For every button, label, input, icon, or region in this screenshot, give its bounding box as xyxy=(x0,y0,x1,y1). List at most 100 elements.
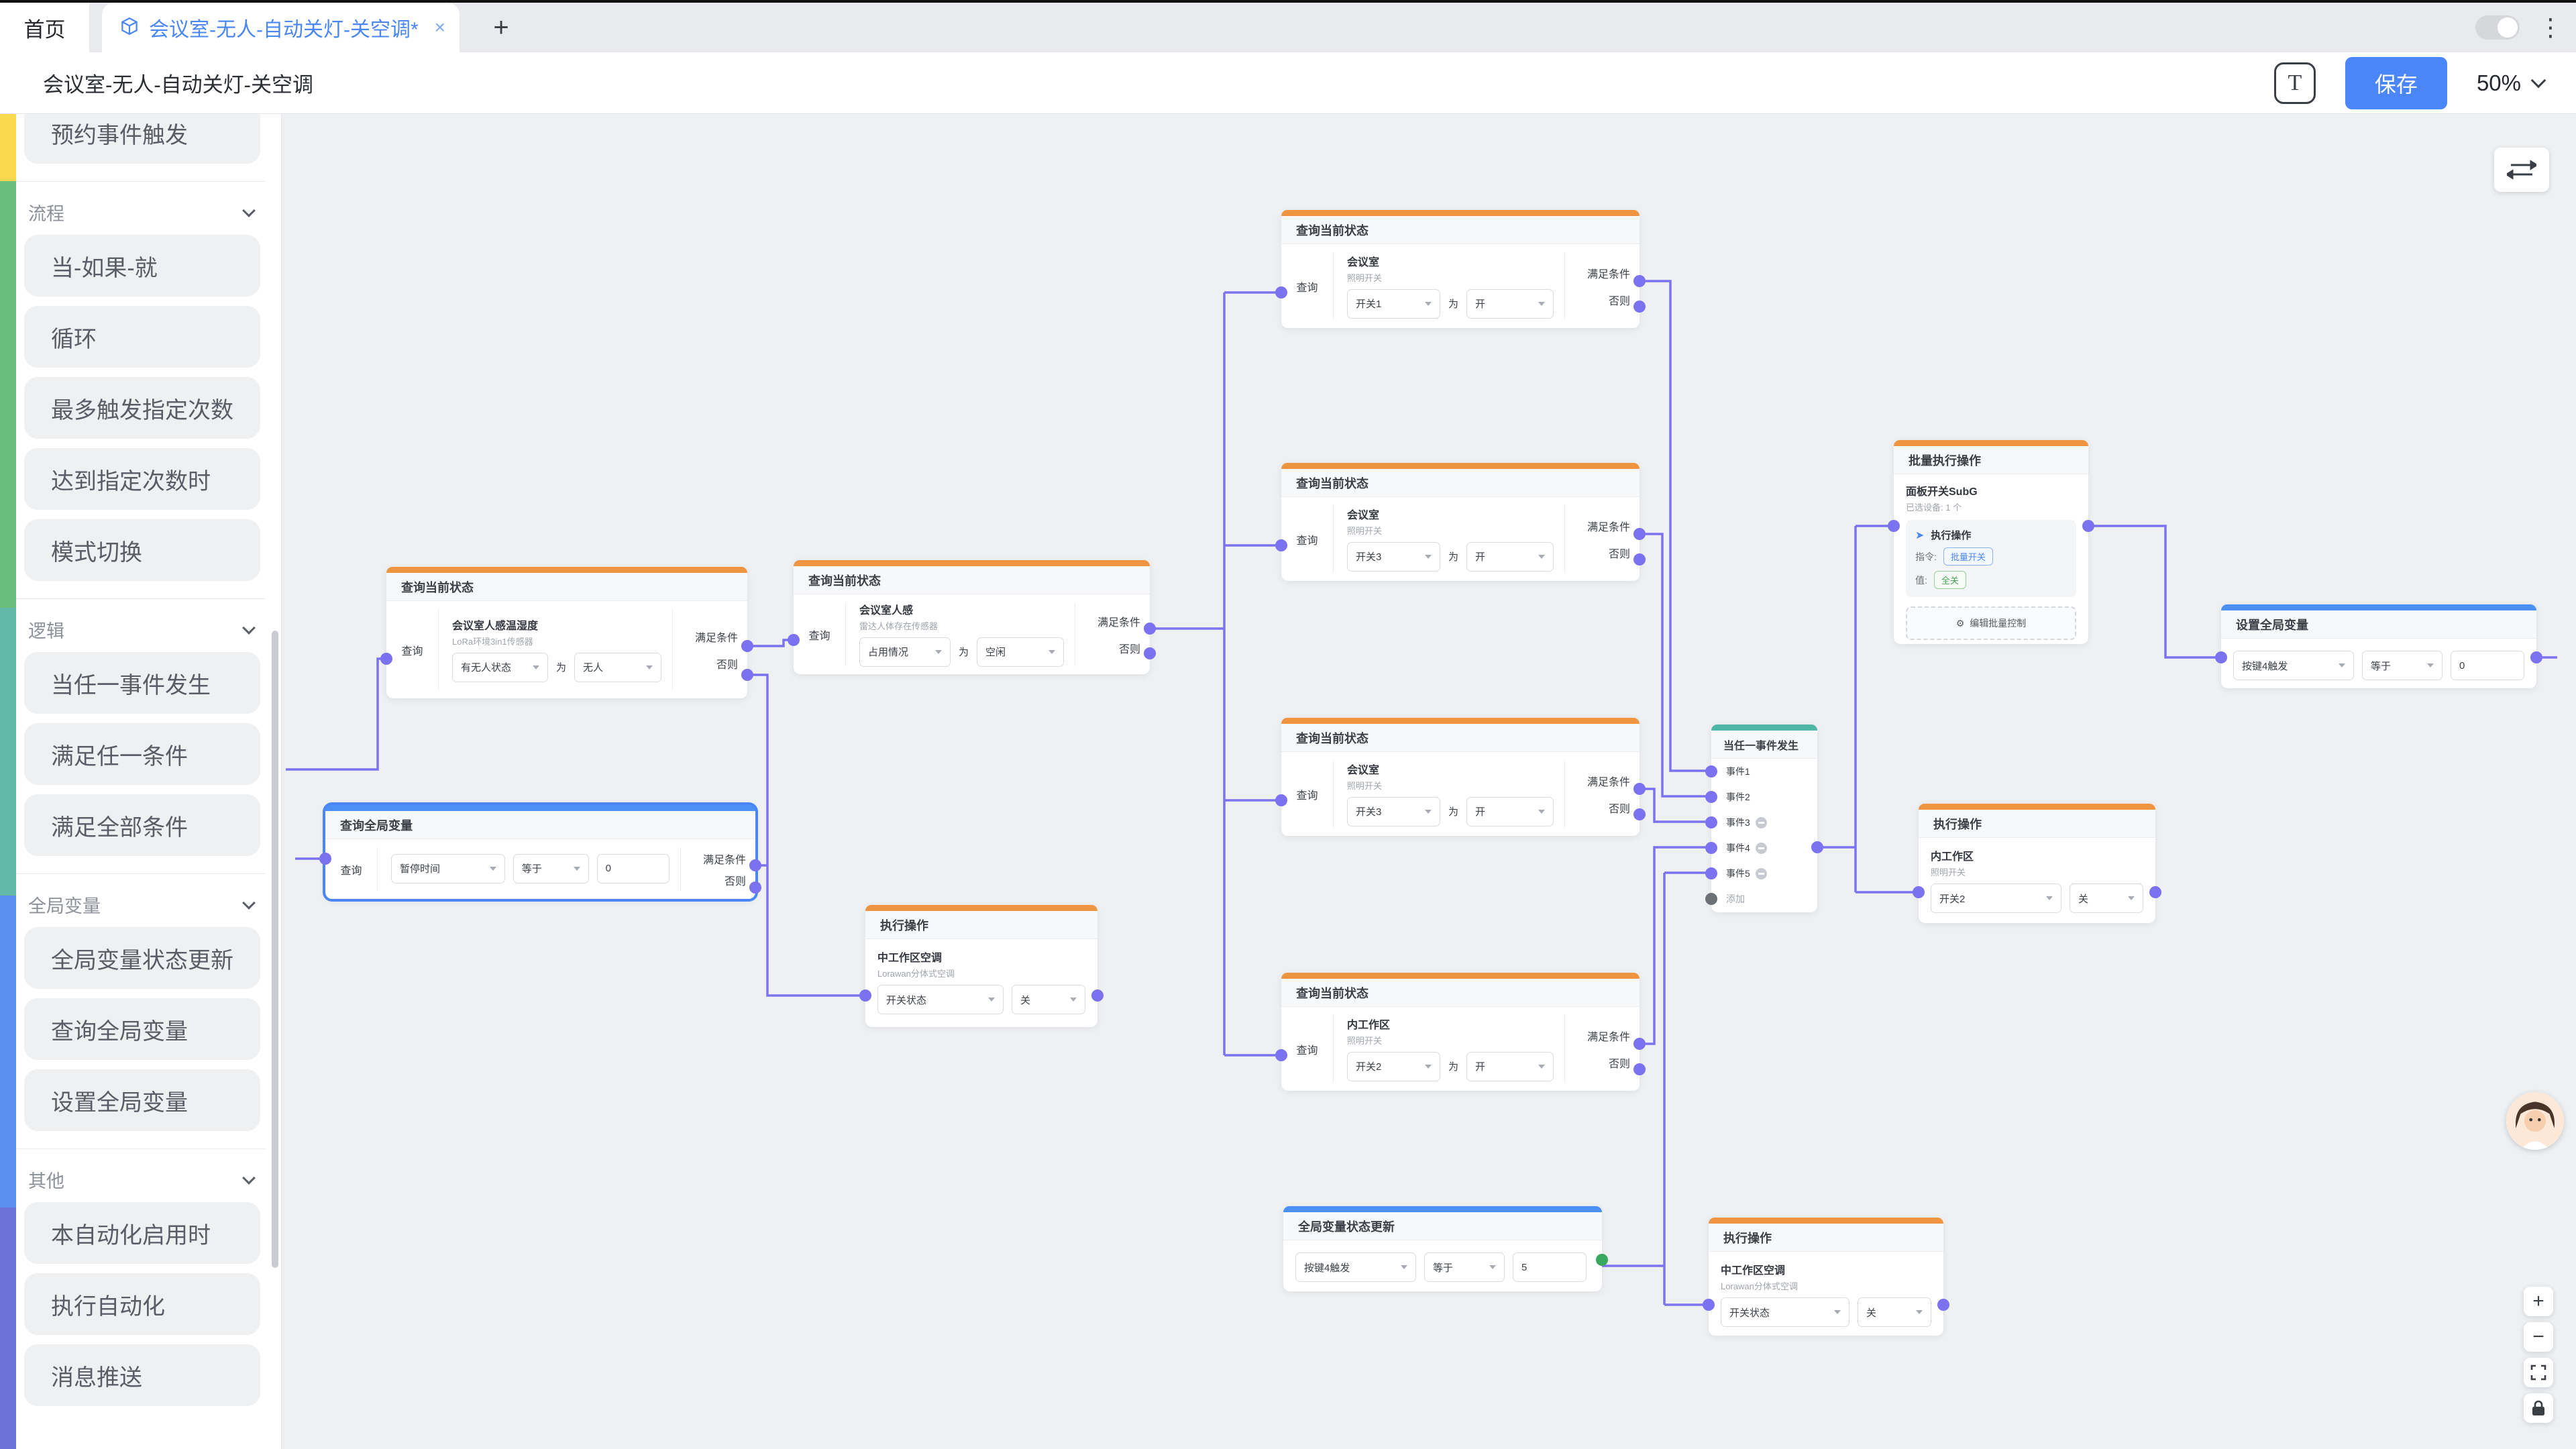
connection-port[interactable] xyxy=(1811,841,1823,853)
text-tool-button[interactable]: T xyxy=(2274,62,2316,104)
lock-button[interactable] xyxy=(2524,1393,2553,1423)
flow-node-n14[interactable]: 执行操作中工作区空调Lorawan分体式空调开关状态关 xyxy=(1709,1218,1943,1336)
select-dropdown[interactable]: 开 xyxy=(1466,289,1554,319)
select-dropdown[interactable]: 按键4触发 xyxy=(1295,1252,1416,1282)
flow-node-n4[interactable]: 执行操作中工作区空调Lorawan分体式空调开关状态关 xyxy=(865,905,1097,1027)
connection-port[interactable] xyxy=(741,669,753,681)
select-dropdown[interactable]: 开关3 xyxy=(1347,542,1440,572)
connection-port[interactable] xyxy=(319,853,331,865)
connection-port[interactable] xyxy=(1144,623,1156,635)
sidebar-item[interactable]: 达到指定次数时 xyxy=(24,448,260,510)
select-dropdown[interactable]: 开 xyxy=(1466,542,1554,572)
event-item[interactable]: 事件2 xyxy=(1711,784,1817,810)
zoom-level-select[interactable]: 50% xyxy=(2477,70,2544,96)
sidebar-item[interactable]: 本自动化启用时 xyxy=(24,1202,260,1264)
connection-port[interactable] xyxy=(859,989,871,1002)
flow-node-n10[interactable]: 批量执行操作面板开关SubG已选设备: 1 个➤执行操作指令:批量开关值:全关⚙… xyxy=(1894,440,2088,644)
flow-node-n3[interactable]: 查询全局变量查询暂停时间等于0满足条件否则 xyxy=(325,805,755,899)
flow-node-n12[interactable]: 设置全局变量按键4触发等于0 xyxy=(2221,604,2536,688)
sidebar-item[interactable]: 设置全局变量 xyxy=(24,1069,260,1131)
select-dropdown[interactable]: 等于 xyxy=(1424,1252,1505,1282)
select-dropdown[interactable]: 等于 xyxy=(513,854,589,883)
select-dropdown[interactable]: 关 xyxy=(1012,985,1085,1014)
event-item[interactable]: 事件1 xyxy=(1711,759,1817,784)
zoom-out-button[interactable]: − xyxy=(2524,1322,2553,1352)
connection-port[interactable] xyxy=(1888,520,1900,532)
connection-port[interactable] xyxy=(1705,816,1717,828)
connection-port[interactable] xyxy=(788,634,800,646)
sidebar-item[interactable]: 消息推送 xyxy=(24,1344,260,1406)
connection-port[interactable] xyxy=(1705,791,1717,803)
flow-node-n5[interactable]: 查询当前状态查询会议室照明开关开关1为开满足条件否则 xyxy=(1281,210,1640,328)
toggle-switch[interactable] xyxy=(2475,15,2520,40)
event-item[interactable]: 事件4 xyxy=(1711,835,1817,861)
remove-event-icon[interactable] xyxy=(1756,817,1767,828)
new-tab-button[interactable]: + xyxy=(484,11,518,44)
event-item[interactable]: 事件5 xyxy=(1711,861,1817,886)
auto-layout-button[interactable] xyxy=(2494,148,2549,192)
connection-port[interactable] xyxy=(1633,1038,1646,1050)
value-input[interactable]: 0 xyxy=(2451,651,2524,680)
select-dropdown[interactable]: 占用情况 xyxy=(859,637,951,667)
sidebar-item[interactable]: 循环 xyxy=(24,306,260,368)
select-dropdown[interactable]: 关 xyxy=(1858,1297,1931,1327)
remove-event-icon[interactable] xyxy=(1756,868,1767,879)
connection-port[interactable] xyxy=(1705,893,1717,905)
sidebar-item[interactable]: 满足任一条件 xyxy=(24,723,260,785)
zoom-in-button[interactable]: + xyxy=(2524,1287,2553,1316)
flow-node-n9[interactable]: 当任一事件发生事件1事件2事件3事件4事件5添加 xyxy=(1711,724,1817,912)
select-dropdown[interactable]: 开关状态 xyxy=(1721,1297,1849,1327)
sidebar-scrollbar[interactable] xyxy=(272,631,278,1268)
sidebar-item[interactable]: 模式切换 xyxy=(24,519,260,581)
value-input[interactable]: 0 xyxy=(597,854,669,883)
fit-screen-button[interactable] xyxy=(2524,1358,2553,1387)
select-dropdown[interactable]: 开关2 xyxy=(1347,1052,1440,1081)
select-dropdown[interactable]: 暂停时间 xyxy=(391,854,505,883)
sidebar-item[interactable]: 当-如果-就 xyxy=(24,235,260,297)
event-item[interactable]: 事件3 xyxy=(1711,810,1817,835)
assistant-avatar[interactable] xyxy=(2506,1092,2564,1150)
sidebar-section-header[interactable]: 其他 xyxy=(28,1167,254,1193)
add-event-button[interactable]: 添加 xyxy=(1711,886,1817,912)
flow-node-n11[interactable]: 执行操作内工作区照明开关开关2关 xyxy=(1919,804,2155,923)
connection-port[interactable] xyxy=(2149,886,2161,898)
save-button[interactable]: 保存 xyxy=(2345,57,2447,109)
edit-batch-control-button[interactable]: ⚙编辑批量控制 xyxy=(1906,606,2076,640)
sidebar-item[interactable]: 最多触发指定次数 xyxy=(24,377,260,439)
connection-port[interactable] xyxy=(1596,1254,1608,1266)
select-dropdown[interactable]: 空闲 xyxy=(977,637,1064,667)
sidebar-item[interactable]: 全局变量状态更新 xyxy=(24,927,260,989)
sidebar-item[interactable]: 当任一事件发生 xyxy=(24,652,260,714)
select-dropdown[interactable]: 开 xyxy=(1466,797,1554,826)
kebab-menu-icon[interactable]: ⋮ xyxy=(2538,15,2563,40)
select-dropdown[interactable]: 无人 xyxy=(574,653,661,682)
sidebar-item[interactable]: 执行自动化 xyxy=(24,1273,260,1335)
connection-port[interactable] xyxy=(741,640,753,652)
select-dropdown[interactable]: 等于 xyxy=(2362,651,2443,680)
connection-port[interactable] xyxy=(1091,989,1104,1002)
flow-node-n1[interactable]: 查询当前状态查询会议室人感温湿度LoRa环境3in1传感器有无人状态为无人满足条… xyxy=(386,567,747,698)
select-dropdown[interactable]: 按键4触发 xyxy=(2233,651,2354,680)
flow-node-n2[interactable]: 查询当前状态查询会议室人感雷达人体存在传感器占用情况为空闲满足条件否则 xyxy=(794,560,1150,674)
select-dropdown[interactable]: 关 xyxy=(2070,883,2143,913)
tab-active-automation[interactable]: 会议室-无人-自动关灯-关空调* × xyxy=(102,3,460,52)
sidebar-section-header[interactable]: 流程 xyxy=(28,199,254,225)
select-dropdown[interactable]: 开关3 xyxy=(1347,797,1440,826)
select-dropdown[interactable]: 开关1 xyxy=(1347,289,1440,319)
connection-port[interactable] xyxy=(1633,783,1646,795)
connection-port[interactable] xyxy=(1705,842,1717,854)
connection-port[interactable] xyxy=(1705,867,1717,879)
connection-port[interactable] xyxy=(2082,520,2094,532)
flow-node-n6[interactable]: 查询当前状态查询会议室照明开关开关3为开满足条件否则 xyxy=(1281,463,1640,581)
connection-port[interactable] xyxy=(1705,765,1717,777)
sidebar-item[interactable]: 满足全部条件 xyxy=(24,794,260,856)
connection-port[interactable] xyxy=(2215,651,2227,663)
select-dropdown[interactable]: 开关状态 xyxy=(877,985,1004,1014)
select-dropdown[interactable]: 有无人状态 xyxy=(452,653,548,682)
connection-port[interactable] xyxy=(1633,528,1646,540)
flow-node-n7[interactable]: 查询当前状态查询会议室照明开关开关3为开满足条件否则 xyxy=(1281,718,1640,836)
sidebar-item[interactable]: 查询全局变量 xyxy=(24,998,260,1060)
select-dropdown[interactable]: 开 xyxy=(1466,1052,1554,1081)
tab-home[interactable]: 首页 xyxy=(0,3,89,52)
sidebar-section-header[interactable]: 逻辑 xyxy=(28,616,254,643)
